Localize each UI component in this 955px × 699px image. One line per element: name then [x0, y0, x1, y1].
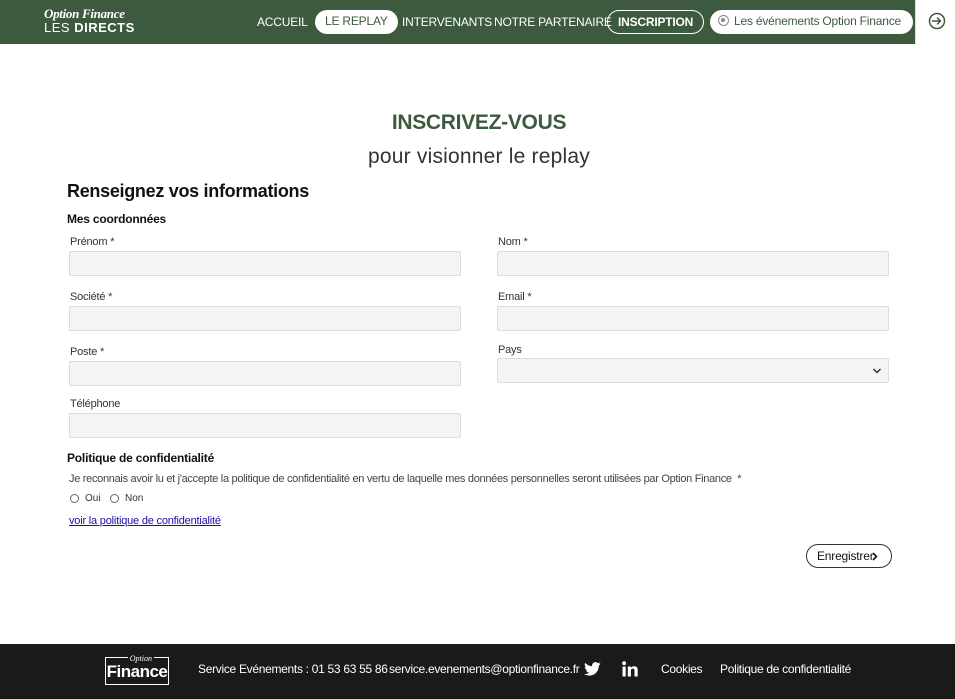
privacy-policy-link[interactable]: voir la politique de confidentialité — [69, 515, 221, 527]
poste-label: Poste * — [70, 346, 105, 358]
nav-events-label: Les événements Option Finance — [734, 14, 901, 28]
nav-accueil[interactable]: ACCUEIL — [257, 10, 308, 34]
login-button[interactable] — [915, 0, 955, 44]
footer-email-link[interactable]: service.evenements@optionfinance.fr — [389, 662, 580, 676]
policy-title: Politique de confidentialité — [67, 451, 215, 465]
footer-logo-big: Finance — [106, 662, 168, 681]
radio-non[interactable] — [110, 494, 119, 503]
site-logo[interactable]: Option Finance LES DIRECTS — [44, 7, 135, 34]
radio-oui[interactable] — [70, 494, 79, 503]
pays-label: Pays — [498, 344, 522, 356]
footer-logo[interactable]: Option Finance — [105, 655, 169, 685]
prenom-field[interactable] — [69, 251, 461, 276]
nom-label: Nom * — [498, 236, 528, 248]
email-label: Email * — [498, 291, 532, 303]
page-title: INSCRIVEZ-VOUS — [391, 111, 567, 134]
logo-les-directs: LES DIRECTS — [44, 20, 135, 35]
logo-option-finance: Option Finance — [44, 6, 125, 21]
linkedin-icon[interactable] — [622, 661, 638, 677]
chevron-down-icon — [872, 368, 882, 374]
form-subsection-title: Mes coordonnées — [67, 212, 167, 226]
nav-intervenants[interactable]: INTERVENANTS — [402, 10, 492, 34]
twitter-icon[interactable] — [584, 662, 601, 676]
chevron-right-icon — [872, 552, 878, 561]
telephone-label: Téléphone — [70, 398, 121, 410]
poste-field[interactable] — [69, 361, 461, 386]
login-arrow-icon — [928, 12, 946, 30]
events-circle-icon — [718, 15, 729, 26]
save-button-label: Enregistrer — [817, 549, 874, 563]
nav-events-button[interactable]: Les événements Option Finance — [710, 10, 913, 34]
footer-cookies-link[interactable]: Cookies — [661, 662, 703, 676]
telephone-field[interactable] — [69, 413, 461, 438]
radio-oui-label: Oui — [85, 493, 101, 504]
form-section-title: Renseignez vos informations — [67, 181, 309, 201]
email-field[interactable] — [497, 306, 889, 331]
save-button[interactable]: Enregistrer — [806, 544, 892, 568]
societe-label: Société * — [70, 291, 113, 303]
top-nav-bar: Option Finance LES DIRECTS ACCUEIL LE RE… — [0, 0, 915, 44]
pays-select[interactable] — [497, 358, 889, 383]
nom-field[interactable] — [497, 251, 889, 276]
societe-field[interactable] — [69, 306, 461, 331]
radio-non-label: Non — [125, 493, 144, 504]
nav-partenaire[interactable]: NOTRE PARTENAIRE — [494, 10, 612, 34]
policy-consent-text: Je reconnais avoir lu et j'accepte la po… — [69, 473, 742, 485]
prenom-label: Prénom * — [70, 236, 115, 248]
nav-replay[interactable]: LE REPLAY — [315, 10, 398, 34]
footer-service-phone: Service Evénements : 01 53 63 55 86 — [198, 662, 388, 676]
nav-inscription[interactable]: INSCRIPTION — [607, 10, 705, 34]
page-subtitle: pour visionner le replay — [368, 145, 590, 168]
footer-privacy-link[interactable]: Politique de confidentialité — [720, 662, 851, 676]
